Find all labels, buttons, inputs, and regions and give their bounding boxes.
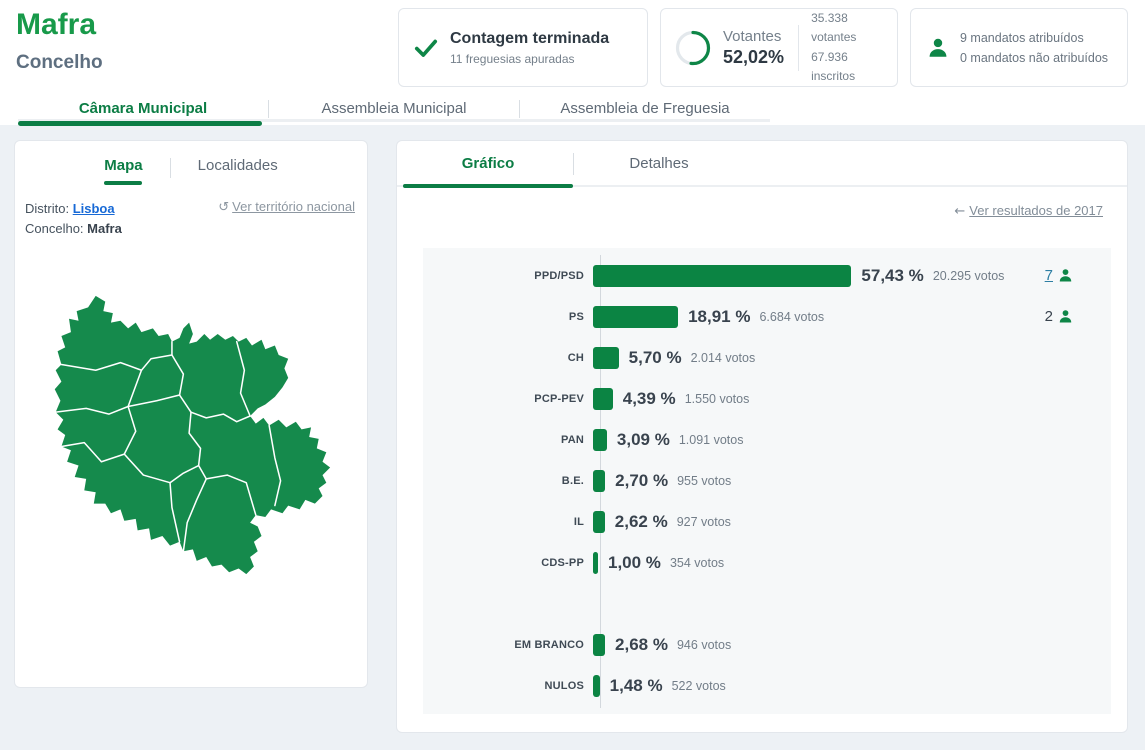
votes-value: 20.295 votos bbox=[933, 269, 1005, 283]
chart-row: CDS-PP 1,00 % 354 votos bbox=[423, 542, 1111, 583]
chart-row: CH 5,70 % 2.014 votos bbox=[423, 337, 1111, 378]
votes-value: 955 votos bbox=[677, 474, 731, 488]
mandates-card: 9 mandatos atribuídos 0 mandatos não atr… bbox=[910, 8, 1128, 87]
results-2017-link[interactable]: ← Ver resultados de 2017 bbox=[954, 203, 1103, 219]
percent-value: 2,62 % bbox=[615, 512, 668, 532]
count-status-card: Contagem terminada 11 freguesias apurada… bbox=[398, 8, 648, 87]
person-icon bbox=[1058, 309, 1073, 324]
map-region[interactable] bbox=[55, 296, 330, 574]
party-label: CH bbox=[423, 352, 592, 364]
party-label: PAN bbox=[423, 434, 592, 446]
chart-row: PCP-PEV 4,39 % 1.550 votos bbox=[423, 378, 1111, 419]
tab-camara-municipal[interactable]: Câmara Municipal bbox=[18, 98, 268, 119]
result-bar bbox=[593, 306, 678, 328]
percent-value: 1,00 % bbox=[608, 553, 661, 573]
municipality-map[interactable] bbox=[29, 271, 353, 601]
result-bar bbox=[593, 429, 607, 451]
person-icon bbox=[927, 37, 949, 59]
turnout-voters: 35.338 votantes bbox=[811, 9, 885, 47]
left-arrow-icon: ← bbox=[954, 204, 965, 219]
tab-assembleia-de-freguesia[interactable]: Assembleia de Freguesia bbox=[520, 98, 770, 119]
page-title: Mafra bbox=[16, 8, 96, 42]
votes-value: 2.014 votos bbox=[691, 351, 756, 365]
turnout-card: Votantes 52,02% 35.338 votantes 67.936 i… bbox=[660, 8, 898, 87]
chart-row: PS 18,91 % 6.684 votos 2 bbox=[423, 296, 1111, 337]
mandates-assigned: 9 mandatos atribuídos bbox=[960, 28, 1108, 48]
votes-value: 1.091 votos bbox=[679, 433, 744, 447]
mandates-count: 2 bbox=[1045, 308, 1053, 325]
party-label: B.E. bbox=[423, 475, 592, 487]
header: Mafra Concelho Contagem terminada 11 fre… bbox=[0, 0, 1145, 125]
mandates-count-link[interactable]: 7 bbox=[1045, 267, 1053, 284]
mandates-unassigned: 0 mandatos não atribuídos bbox=[960, 48, 1108, 68]
national-territory-link[interactable]: ↺ Ver território nacional bbox=[218, 199, 355, 215]
chart-row: PPD/PSD 57,43 % 20.295 votos 7 bbox=[423, 255, 1111, 296]
party-label: PPD/PSD bbox=[423, 270, 592, 282]
chart-row: NULOS 1,48 % 522 votos bbox=[423, 665, 1111, 706]
votes-value: 354 votos bbox=[670, 556, 724, 570]
percent-value: 3,09 % bbox=[617, 430, 670, 450]
map-tabs: Mapa Localidades bbox=[15, 141, 367, 185]
main-tabs: Câmara Municipal Assembleia Municipal As… bbox=[18, 98, 770, 122]
votes-value: 1.550 votos bbox=[685, 392, 750, 406]
person-icon bbox=[1058, 268, 1073, 283]
chart-rows: PPD/PSD 57,43 % 20.295 votos 7 PS 18,91 % 6.68… bbox=[423, 255, 1111, 706]
tab-assembleia-municipal[interactable]: Assembleia Municipal bbox=[269, 98, 519, 119]
result-bar bbox=[593, 552, 598, 574]
percent-value: 57,43 % bbox=[861, 266, 923, 286]
district-link[interactable]: Lisboa bbox=[73, 201, 115, 216]
percent-value: 2,70 % bbox=[615, 471, 668, 491]
result-bar bbox=[593, 347, 619, 369]
count-status-subtitle: 11 freguesias apuradas bbox=[450, 52, 609, 66]
tab-mapa[interactable]: Mapa bbox=[77, 157, 169, 185]
votes-value: 522 votos bbox=[672, 679, 726, 693]
party-label: PS bbox=[423, 311, 592, 323]
chart-row: EM BRANCO 2,68 % 946 votos bbox=[423, 624, 1111, 665]
map-panel: Mapa Localidades Distrito: Lisboa Concel… bbox=[14, 140, 368, 688]
count-status-title: Contagem terminada bbox=[450, 30, 609, 48]
tab-grafico[interactable]: Gráfico bbox=[403, 141, 573, 185]
chart-row: PAN 3,09 % 1.091 votos bbox=[423, 419, 1111, 460]
percent-value: 5,70 % bbox=[629, 348, 682, 368]
mandates-group: 2 bbox=[1045, 308, 1073, 325]
undo-icon: ↺ bbox=[218, 200, 229, 215]
percent-value: 1,48 % bbox=[610, 676, 663, 696]
divider bbox=[798, 25, 799, 71]
council-label: Concelho: bbox=[25, 221, 84, 236]
result-bar bbox=[593, 634, 605, 656]
percent-value: 18,91 % bbox=[688, 307, 750, 327]
result-bar bbox=[593, 388, 613, 410]
turnout-label: Votantes bbox=[723, 28, 784, 45]
votes-value: 927 votos bbox=[677, 515, 731, 529]
mandates-group: 7 bbox=[1045, 267, 1073, 284]
votes-value: 6.684 votos bbox=[759, 310, 824, 324]
percent-value: 4,39 % bbox=[623, 389, 676, 409]
percent-value: 2,68 % bbox=[615, 635, 668, 655]
chart-gap bbox=[423, 583, 1111, 624]
chart-row: IL 2,62 % 927 votos bbox=[423, 501, 1111, 542]
result-bar bbox=[593, 265, 851, 287]
result-bar bbox=[593, 675, 600, 697]
party-label: IL bbox=[423, 516, 592, 528]
party-label: CDS-PP bbox=[423, 557, 592, 569]
result-bar bbox=[593, 470, 605, 492]
page-subtitle: Concelho bbox=[16, 52, 103, 74]
results-tabs: Gráfico Detalhes bbox=[397, 141, 1127, 187]
tab-localidades[interactable]: Localidades bbox=[171, 157, 305, 185]
district-label: Distrito: bbox=[25, 201, 69, 216]
party-label: EM BRANCO bbox=[423, 639, 592, 651]
chart-row: B.E. 2,70 % 955 votos bbox=[423, 460, 1111, 501]
results-panel: Gráfico Detalhes ← Ver resultados de 201… bbox=[396, 140, 1128, 733]
tab-detalhes[interactable]: Detalhes bbox=[574, 141, 744, 185]
check-icon bbox=[413, 35, 439, 61]
votes-value: 946 votos bbox=[677, 638, 731, 652]
result-bar bbox=[593, 511, 605, 533]
turnout-percent: 52,02% bbox=[723, 47, 784, 68]
turnout-registered: 67.936 inscritos bbox=[811, 48, 885, 86]
party-label: PCP-PEV bbox=[423, 393, 592, 405]
results-bar-chart: PPD/PSD 57,43 % 20.295 votos 7 PS 18,91 % 6.68… bbox=[423, 248, 1111, 714]
party-label: NULOS bbox=[423, 680, 592, 692]
council-value: Mafra bbox=[87, 221, 122, 236]
turnout-progress-ring bbox=[673, 28, 713, 68]
